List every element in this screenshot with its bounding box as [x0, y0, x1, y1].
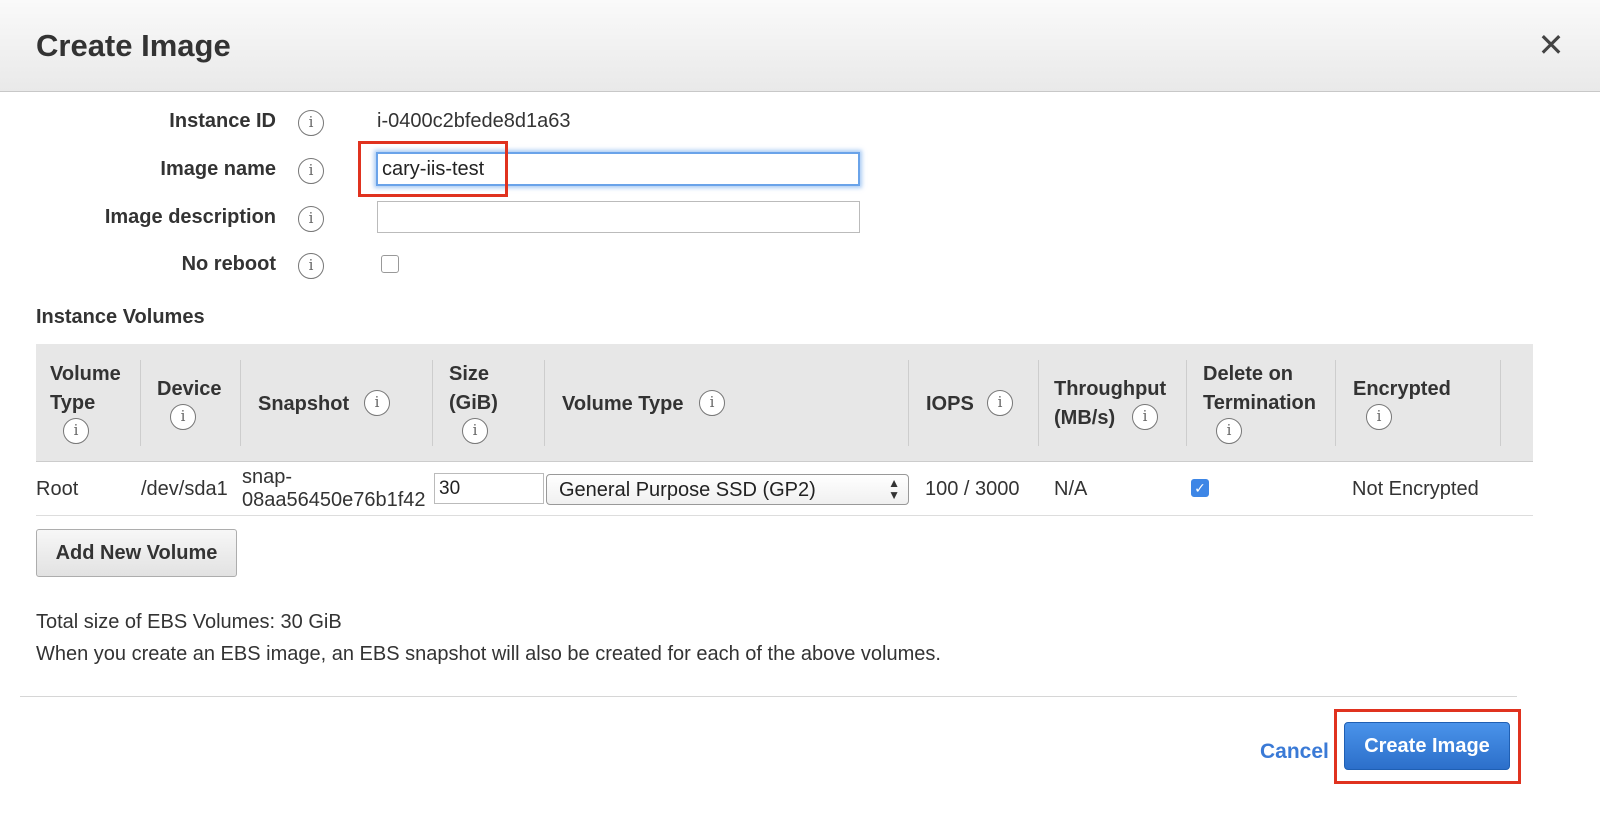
section-title: Instance Volumes [36, 306, 205, 328]
col-header-encrypted: Encrypted [1353, 378, 1451, 400]
snapshot-id-line: snap- [242, 466, 293, 488]
dialog-header: Create Image ✕ [0, 0, 1600, 92]
image-description-input[interactable] [377, 201, 860, 233]
col-header-throughput: Throughput [1054, 378, 1167, 400]
info-icon[interactable]: i [462, 418, 488, 444]
col-header-delete-on-termination: Termination [1203, 392, 1316, 414]
add-new-volume-button[interactable]: Add New Volume [36, 529, 237, 577]
volumes-table-header: Volume Type i Device i Snapshot i Size (… [36, 344, 1533, 462]
column-divider [1335, 360, 1336, 446]
dialog-title: Create Image [36, 28, 231, 63]
image-name-label: Image name [160, 158, 276, 180]
close-icon[interactable]: ✕ [1536, 29, 1566, 61]
column-divider [908, 360, 909, 446]
create-image-button[interactable]: Create Image [1344, 722, 1510, 770]
cell-snapshot[interactable]: snap- 08aa56450e76b1f42 [242, 466, 426, 512]
info-icon[interactable]: i [364, 390, 390, 416]
col-header-volume-type: Type [50, 392, 96, 414]
volume-type-selected: General Purpose SSD (GP2) [559, 479, 816, 501]
column-divider [140, 360, 141, 446]
info-icon[interactable]: i [63, 418, 89, 444]
col-header-volume-type: Volume [50, 363, 121, 385]
col-header-ebs-volume-type: Volume Type [562, 393, 684, 415]
info-icon[interactable]: i [1216, 418, 1242, 444]
column-divider [240, 360, 241, 446]
instance-id-value: i-0400c2bfede8d1a63 [377, 110, 571, 132]
column-divider [1186, 360, 1187, 446]
info-icon[interactable]: i [699, 390, 725, 416]
col-header-device: Device [157, 378, 222, 400]
column-divider [544, 360, 545, 446]
delete-on-termination-checkbox[interactable]: ✓ [1191, 479, 1209, 497]
volume-type-select[interactable]: General Purpose SSD (GP2) ▲ ▼ [546, 474, 909, 505]
info-icon[interactable]: i [298, 206, 324, 232]
info-icon[interactable]: i [170, 404, 196, 430]
cell-throughput: N/A [1054, 478, 1088, 500]
no-reboot-checkbox[interactable] [381, 255, 399, 273]
cancel-link[interactable]: Cancel [1260, 740, 1329, 764]
instance-id-label: Instance ID [169, 110, 276, 132]
select-arrows-icon: ▲ ▼ [888, 476, 900, 502]
info-icon[interactable]: i [987, 390, 1013, 416]
column-divider [1500, 360, 1501, 446]
info-icon[interactable]: i [298, 110, 324, 136]
col-header-size: (GiB) [449, 392, 498, 414]
size-input[interactable] [434, 473, 544, 504]
column-divider [432, 360, 433, 446]
col-header-throughput: (MB/s) [1054, 407, 1116, 429]
row-divider [36, 515, 1533, 516]
col-header-delete-on-termination: Delete on [1203, 363, 1294, 385]
col-header-iops: IOPS [926, 393, 974, 415]
snapshot-note-text: When you create an EBS image, an EBS sna… [36, 643, 941, 665]
cell-iops: 100 / 3000 [925, 478, 1020, 500]
info-icon[interactable]: i [1132, 404, 1158, 430]
column-divider [1038, 360, 1039, 446]
info-icon[interactable]: i [1366, 404, 1392, 430]
snapshot-id-line: 08aa56450e76b1f42 [242, 489, 426, 511]
info-icon[interactable]: i [298, 158, 324, 184]
no-reboot-label: No reboot [181, 253, 276, 275]
image-name-input[interactable] [376, 152, 860, 186]
image-description-label: Image description [104, 206, 276, 228]
footer-divider [20, 696, 1517, 697]
total-size-text: Total size of EBS Volumes: 30 GiB [36, 611, 342, 633]
cell-encrypted: Not Encrypted [1352, 478, 1479, 500]
col-header-snapshot: Snapshot [258, 393, 350, 415]
cell-device: /dev/sda1 [141, 478, 228, 500]
info-icon[interactable]: i [298, 253, 324, 279]
cell-volume-type: Root [36, 478, 79, 500]
col-header-size: Size [449, 363, 490, 385]
